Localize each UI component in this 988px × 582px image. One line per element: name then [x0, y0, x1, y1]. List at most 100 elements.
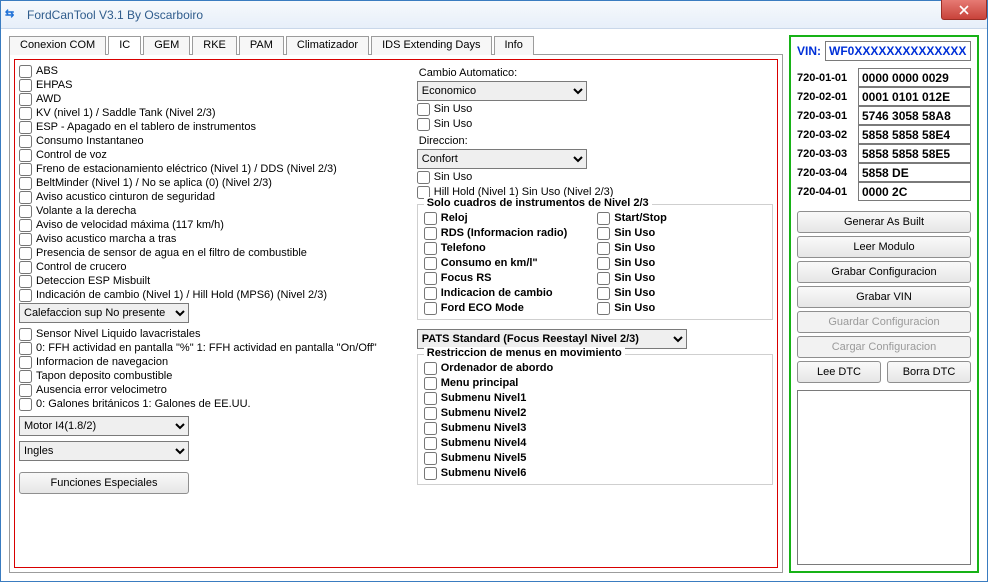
grp2-6[interactable]: Submenu Nivel5 — [424, 451, 766, 465]
grp1-l-0[interactable]: Reloj — [424, 211, 568, 225]
cfg-value[interactable]: 5858 DE — [858, 163, 971, 182]
ic-left-chk-0[interactable]: ABS — [19, 64, 413, 78]
ic-left2-chk-5[interactable]: 0: Galones británicos 1: Galones de EE.U… — [19, 397, 413, 411]
cfg-label: 720-03-04 — [797, 167, 855, 179]
ic-left-chk-12[interactable]: Aviso acustico marcha a tras — [19, 232, 413, 246]
tab-gem[interactable]: GEM — [143, 36, 190, 55]
ic-left-chk-16[interactable]: Indicación de cambio (Nivel 1) / Hill Ho… — [19, 288, 413, 302]
cfg-value[interactable]: 5858 5858 58E5 — [858, 144, 971, 163]
grp1-l-2[interactable]: Telefono — [424, 241, 568, 255]
titlebar: ⇆ FordCanTool V3.1 By Oscarboiro — [1, 1, 987, 29]
ic-left2-chk-1[interactable]: 0: FFH actividad en pantalla "%" 1: FFH … — [19, 341, 413, 355]
grp2-2[interactable]: Submenu Nivel1 — [424, 391, 766, 405]
grp1-r-3[interactable]: Sin Uso — [597, 256, 667, 270]
vin-row: VIN: WF0XXXXXXXXXXXXXX — [797, 41, 971, 61]
ic-left-chk-2[interactable]: AWD — [19, 92, 413, 106]
ic-left2-chk-4[interactable]: Ausencia error velocimetro — [19, 383, 413, 397]
tab-info[interactable]: Info — [494, 36, 534, 55]
app-icon: ⇆ — [5, 7, 21, 23]
direccion-chk-0[interactable]: Sin Uso — [417, 170, 773, 184]
ic-left-chk-4[interactable]: ESP - Apagado en el tablero de instrumen… — [19, 120, 413, 134]
save-config-button[interactable]: Guardar Configuracion — [797, 311, 971, 333]
grp1-r-0[interactable]: Start/Stop — [597, 211, 667, 225]
cambio-select[interactable]: Economico — [417, 81, 587, 101]
log-textbox[interactable] — [797, 390, 971, 565]
ic-left2-chk-3[interactable]: Tapon deposito combustible — [19, 369, 413, 383]
direccion-select[interactable]: Confort — [417, 149, 587, 169]
tab-climatizador[interactable]: Climatizador — [286, 36, 369, 55]
grp2-3[interactable]: Submenu Nivel2 — [424, 406, 766, 420]
content-body: Conexion COMICGEMRKEPAMClimatizadorIDS E… — [1, 29, 987, 581]
tab-ic[interactable]: IC — [108, 36, 141, 55]
cfg-row-720-03-01: 720-03-015746 3058 58A8 — [797, 106, 971, 125]
grp2-1[interactable]: Menu principal — [424, 376, 766, 390]
ic-left-chk-1[interactable]: EHPAS — [19, 78, 413, 92]
ic-left-chk-13[interactable]: Presencia de sensor de agua en el filtro… — [19, 246, 413, 260]
ic-left-chk-9[interactable]: Aviso acustico cinturon de seguridad — [19, 190, 413, 204]
grp1-r-1[interactable]: Sin Uso — [597, 226, 667, 240]
vin-label: VIN: — [797, 44, 821, 58]
cfg-value[interactable]: 5746 3058 58A8 — [858, 106, 971, 125]
write-vin-button[interactable]: Grabar VIN — [797, 286, 971, 308]
clear-dtc-button[interactable]: Borra DTC — [887, 361, 971, 383]
pats-select[interactable]: PATS Standard (Focus Reestayl Nivel 2/3) — [417, 329, 687, 349]
grp1-l-3[interactable]: Consumo en km/l" — [424, 256, 568, 270]
grp1-r-2[interactable]: Sin Uso — [597, 241, 667, 255]
ic-left-chk-6[interactable]: Control de voz — [19, 148, 413, 162]
cfg-label: 720-01-01 — [797, 72, 855, 84]
ic-left-chk-8[interactable]: BeltMinder (Nivel 1) / No se aplica (0) … — [19, 176, 413, 190]
grp2-0[interactable]: Ordenador de abordo — [424, 361, 766, 375]
ic-config-area: ABSEHPASAWDKV (nivel 1) / Saddle Tank (N… — [14, 59, 778, 568]
language-select[interactable]: Ingles — [19, 441, 189, 461]
grp1-l-1[interactable]: RDS (Informacion radio) — [424, 226, 568, 240]
write-config-button[interactable]: Grabar Configuracion — [797, 261, 971, 283]
cambio-label: Cambio Automatico: — [419, 67, 773, 79]
ic-left-chk-11[interactable]: Aviso de velocidad máxima (117 km/h) — [19, 218, 413, 232]
cambio-chk-1[interactable]: Sin Uso — [417, 117, 773, 131]
tab-rke[interactable]: RKE — [192, 36, 237, 55]
ic-left-chk-14[interactable]: Control de crucero — [19, 260, 413, 274]
ic-left2-chk-2[interactable]: Informacion de navegacion — [19, 355, 413, 369]
tab-pam[interactable]: PAM — [239, 36, 284, 55]
ic-left-chk-5[interactable]: Consumo Instantaneo — [19, 134, 413, 148]
tab-conexion-com[interactable]: Conexion COM — [9, 36, 106, 55]
grp1-l-5[interactable]: Indicacion de cambio — [424, 286, 568, 300]
cfg-label: 720-02-01 — [797, 91, 855, 103]
grp2-7[interactable]: Submenu Nivel6 — [424, 466, 766, 480]
ic-group-level23: Solo cuadros de instrumentos de Nivel 2/… — [417, 204, 773, 320]
heater-select[interactable]: Calefaccion sup No presente — [19, 303, 189, 323]
close-button[interactable] — [941, 0, 987, 20]
tab-bar: Conexion COMICGEMRKEPAMClimatizadorIDS E… — [9, 35, 783, 54]
cfg-value[interactable]: 5858 5858 58E4 — [858, 125, 971, 144]
generate-asbuilt-button[interactable]: Generar As Built — [797, 211, 971, 233]
cfg-value[interactable]: 0000 0000 0029 — [858, 68, 971, 87]
grp2-5[interactable]: Submenu Nivel4 — [424, 436, 766, 450]
grp1-r-4[interactable]: Sin Uso — [597, 271, 667, 285]
ic-left2-chk-0[interactable]: Sensor Nivel Liquido lavacristales — [19, 327, 413, 341]
grp1-r-6[interactable]: Sin Uso — [597, 301, 667, 315]
read-dtc-button[interactable]: Lee DTC — [797, 361, 881, 383]
cambio-chk-0[interactable]: Sin Uso — [417, 102, 773, 116]
close-icon — [959, 5, 969, 15]
grp1-l-6[interactable]: Ford ECO Mode — [424, 301, 568, 315]
special-functions-button[interactable]: Funciones Especiales — [19, 472, 189, 494]
window-title: FordCanTool V3.1 By Oscarboiro — [27, 8, 203, 22]
cfg-row-720-03-04: 720-03-045858 DE — [797, 163, 971, 182]
tab-ids-extending-days[interactable]: IDS Extending Days — [371, 36, 491, 55]
cfg-value[interactable]: 0001 0101 012E — [858, 87, 971, 106]
read-module-button[interactable]: Leer Modulo — [797, 236, 971, 258]
load-config-button[interactable]: Cargar Configuracion — [797, 336, 971, 358]
grp1-l-4[interactable]: Focus RS — [424, 271, 568, 285]
cfg-label: 720-03-03 — [797, 148, 855, 160]
grp1-r-5[interactable]: Sin Uso — [597, 286, 667, 300]
ic-left-chk-7[interactable]: Freno de estacionamiento eléctrico (Nive… — [19, 162, 413, 176]
ic-left-chk-10[interactable]: Volante a la derecha — [19, 204, 413, 218]
cfg-row-720-01-01: 720-01-010000 0000 0029 — [797, 68, 971, 87]
ic-left-chk-3[interactable]: KV (nivel 1) / Saddle Tank (Nivel 2/3) — [19, 106, 413, 120]
engine-select[interactable]: Motor I4(1.8/2) — [19, 416, 189, 436]
cfg-value[interactable]: 0000 2C — [858, 182, 971, 201]
ic-left-chk-15[interactable]: Deteccion ESP Misbuilt — [19, 274, 413, 288]
vin-value[interactable]: WF0XXXXXXXXXXXXXX — [825, 41, 971, 61]
menu-restriction-group: Restriccion de menus en movimiento Orden… — [417, 354, 773, 485]
grp2-4[interactable]: Submenu Nivel3 — [424, 421, 766, 435]
